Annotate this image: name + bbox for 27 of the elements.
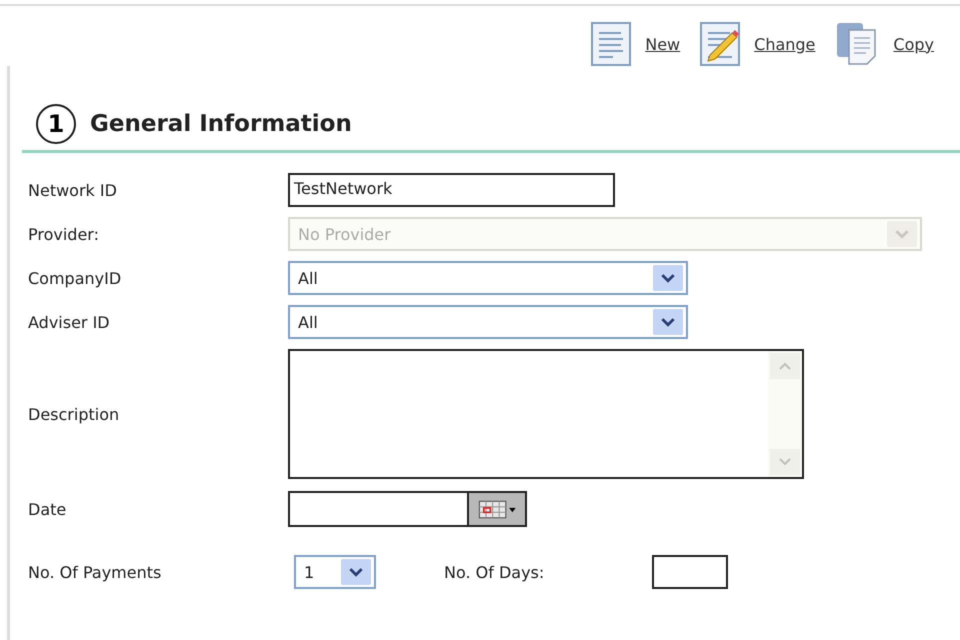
pencil-document-icon[interactable] [700,22,740,66]
document-icon[interactable] [591,22,632,66]
field-label: Network ID [27,180,118,200]
toolbar-link[interactable]: New [645,34,680,54]
toolbar-link[interactable]: Copy [893,34,934,54]
chevron-down-icon [661,274,675,282]
field-label: CompanyID [27,268,122,288]
dropdown[interactable]: All [288,305,688,339]
date-field[interactable] [288,491,469,527]
field-label: No. Of Days: [444,562,546,582]
text-field[interactable]: TestNetwork [288,173,615,207]
chevron-down-icon [661,318,675,326]
field-label: Adviser ID [27,312,111,332]
field-label: Description [27,404,120,424]
field-label: Date [27,500,68,518]
calendar-button[interactable] [469,491,527,527]
dropdown[interactable]: 1 [294,555,376,589]
text-field[interactable] [652,555,728,589]
calendar-icon [476,498,518,520]
field-label: No. Of Payments [27,562,162,582]
field-label: Provider: [27,224,100,244]
toolbar-link[interactable]: Change [754,34,816,54]
chevron-down-icon [895,230,909,238]
section-title: General Information [90,111,352,137]
dropdown[interactable]: All [288,261,688,295]
chevron-down-icon [349,568,363,576]
step-number: 1 [36,104,76,144]
